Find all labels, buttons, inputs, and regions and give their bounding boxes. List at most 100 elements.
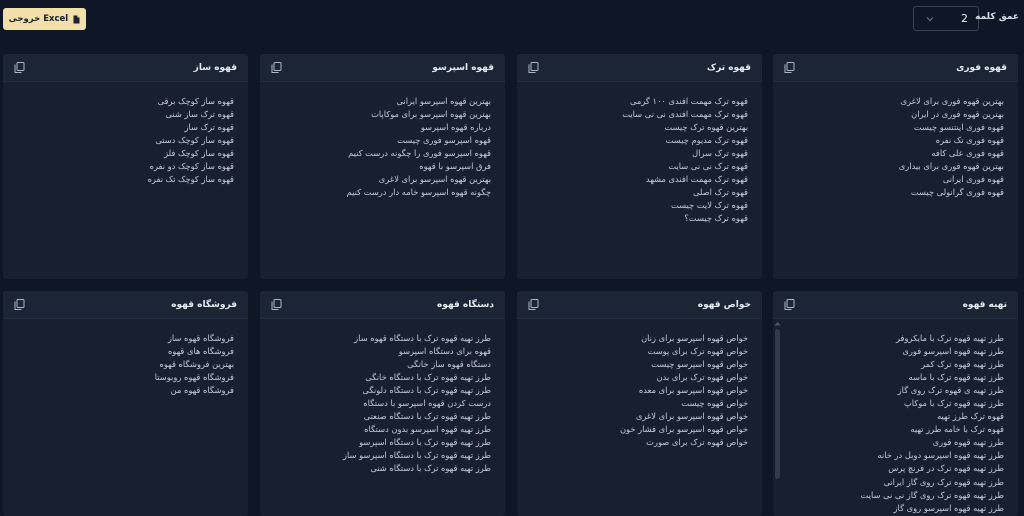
- card-body: طرز تهیه قهوه ترک با دستگاه قهوه ساز قهو…: [260, 319, 505, 516]
- depth-label: عمق کلمه: [975, 12, 1019, 22]
- keyword-item: قهوه فوری تک نفره: [935, 135, 1004, 146]
- scroll-up-icon[interactable]: [774, 321, 781, 326]
- card-header: دستگاه قهوه: [260, 291, 505, 319]
- keyword-item: فروشگاه قهوه روبوستا: [154, 372, 234, 383]
- keyword-item: طرز تهیه قهوه ترک با دستگاه قهوه ساز: [354, 333, 491, 343]
- card-title: قهوه فوری: [956, 62, 1007, 73]
- keyword-item: طرز تهیه قهوه ترک با دستگاه خانگی: [365, 372, 491, 383]
- keyword-item: فروشگاه قهوه من: [170, 385, 234, 396]
- keyword-item: طرز تهیه قهوه اسپرسو روی گاز: [893, 502, 1004, 513]
- keyword-item: قهوه ترک مهمت افندی ۱۰۰ گرمی: [629, 96, 748, 106]
- keyword-item: قهوه ترک اصلی: [692, 187, 748, 198]
- card-body: قهوه ترک مهمت افندی ۱۰۰ گرمی قهوه ترک مه…: [517, 82, 762, 279]
- keyword-item: قهوه برای دستگاه اسپرسو: [398, 346, 491, 357]
- keyword-item: قهوه فوری ایرانی: [942, 174, 1004, 185]
- export-label: خروجی Excel: [8, 14, 69, 24]
- keyword-list: طرز تهیه قهوه ترک با مایکروفر طرز تهیه ق…: [801, 332, 1005, 515]
- keyword-item: قهوه ساز کوچک برقی: [157, 96, 234, 106]
- keyword-item: قهوه ساز کوچک فلز: [164, 148, 234, 159]
- keyword-item: قهوه فوری علی کافه: [931, 148, 1004, 159]
- keyword-card: خواص قهوه خواص قهوه اسپرسو برای زنان خوا…: [517, 291, 762, 516]
- card-title: قهوه ساز: [193, 62, 237, 73]
- card-title: قهوه ترک: [706, 62, 751, 73]
- keyword-item: قهوه ترک مهمت افندی مشهد: [645, 174, 748, 185]
- keyword-item: طرز تهیه قهوه ترک کمر: [921, 359, 1004, 370]
- keyword-item: بهترین قهوه اسپرسو برای لاغری: [378, 174, 491, 185]
- keyword-list: طرز تهیه قهوه ترک با دستگاه قهوه ساز قهو…: [270, 332, 491, 476]
- keyword-item: قهوه ترک با خامه طرز تهیه: [910, 424, 1004, 435]
- keyword-item: خواص قهوه چیست: [681, 398, 748, 409]
- keyword-item: بهترین قهوه فوری برای لاغری: [900, 96, 1004, 106]
- card-header: تهیه قهوه: [773, 291, 1018, 319]
- keyword-item: قهوه ترک نی نی سایت: [668, 161, 748, 172]
- card-header: قهوه ساز: [3, 54, 248, 82]
- keyword-card: قهوه ترک قهوه ترک مهمت افندی ۱۰۰ گرمی قه…: [517, 54, 762, 279]
- keyword-item: درست کردن قهوه اسپرسو با دستگاه: [363, 398, 491, 409]
- card-header: خواص قهوه: [517, 291, 762, 319]
- copy-icon[interactable]: [784, 299, 795, 310]
- card-body: بهترین قهوه فوری برای لاغری بهترین قهوه …: [773, 82, 1018, 279]
- card-header: فروشگاه قهوه: [3, 291, 248, 319]
- depth-select[interactable]: 2: [913, 6, 979, 31]
- copy-icon[interactable]: [271, 62, 282, 73]
- copy-icon[interactable]: [271, 299, 282, 310]
- keyword-item: خواص قهوه اسپرسو برای زنان: [641, 333, 748, 343]
- card-header: قهوه فوری: [773, 54, 1018, 82]
- keyword-item: بهترین قهوه اسپرسو ایرانی: [396, 96, 491, 106]
- file-icon: [73, 15, 80, 23]
- keyword-item: فرق اسپرسو با قهوه: [419, 161, 491, 172]
- keyword-item: طرز تهیه قهوه اسپرسو بدون دستگاه: [364, 424, 491, 435]
- keyword-item: خواص قهوه اسپرسو چیست: [651, 359, 748, 370]
- keyword-item: خواص قهوه ترک برای پوست: [647, 346, 748, 357]
- keyword-list: قهوه ساز کوچک برقی قهوه ترک ساز شنی قهوه…: [13, 95, 234, 186]
- keyword-item: خواص قهوه اسپرسو برای معده: [638, 385, 748, 396]
- keyword-item: طرز تهیه قهوه ترک با دستگاه صنعتی: [363, 411, 491, 422]
- card-title: دستگاه قهوه: [437, 299, 494, 310]
- keyword-item: طرز تهیه قهوه ترک با دستگاه اسپرسو: [359, 437, 491, 448]
- depth-value: 2: [961, 12, 968, 25]
- keyword-item: طرز تهیه قهوه ترک روی گاز ایرانی: [883, 476, 1004, 487]
- card-body: فروشگاه قهوه ساز فروشگاه های قهوه بهترین…: [3, 319, 248, 516]
- keyword-item: طرز تهیه ی قهوه ترک روی گاز: [897, 385, 1004, 396]
- keyword-item: بهترین قهوه اسپرسو برای موکاپات: [371, 109, 491, 120]
- keyword-card: تهیه قهوه طرز تهیه قهوه ترک با مایکروفر …: [773, 291, 1018, 516]
- copy-icon[interactable]: [528, 62, 539, 73]
- keyword-item: طرز تهیه قهوه ترک با دستگاه شنی: [370, 463, 491, 474]
- keyword-item: قهوه ترک ساز: [184, 122, 235, 133]
- card-title: فروشگاه قهوه: [171, 299, 237, 310]
- copy-icon[interactable]: [14, 62, 25, 73]
- keyword-list: قهوه ترک مهمت افندی ۱۰۰ گرمی قهوه ترک مه…: [527, 95, 748, 225]
- toolbar: خروجی Excel 2 عمق کلمه: [0, 0, 1024, 44]
- keyword-item: خواص قهوه ترک برای صورت: [646, 437, 748, 448]
- keyword-item: فروشگاه قهوه ساز: [167, 333, 234, 343]
- keyword-item: طرز تهیه قهوه اسپرسو فوری: [902, 346, 1004, 357]
- keyword-list: خواص قهوه اسپرسو برای زنان خواص قهوه ترک…: [527, 332, 748, 449]
- keyword-list: بهترین قهوه اسپرسو ایرانی بهترین قهوه اس…: [270, 95, 491, 199]
- keyword-item: طرز تهیه قهوه ترک روی گاز نی نی سایت: [860, 489, 1005, 500]
- keyword-card: قهوه ساز قهوه ساز کوچک برقی قهوه ترک ساز…: [3, 54, 248, 279]
- card-header: قهوه ترک: [517, 54, 762, 82]
- copy-icon[interactable]: [528, 299, 539, 310]
- keyword-item: قهوه ترک مدیوم چیست: [665, 135, 748, 146]
- card-body: طرز تهیه قهوه ترک با مایکروفر طرز تهیه ق…: [773, 319, 1018, 516]
- keyword-item: طرز تهیه قهوه ترک با مایکروفر: [895, 333, 1004, 343]
- card-body: بهترین قهوه اسپرسو ایرانی بهترین قهوه اس…: [260, 82, 505, 279]
- keyword-item: قهوه فوری اینتنسو چیست: [913, 122, 1004, 133]
- keyword-item: طرز تهیه قهوه ترک در فرنچ پرس: [888, 463, 1004, 474]
- keyword-list: بهترین قهوه فوری برای لاغری بهترین قهوه …: [783, 95, 1004, 199]
- keyword-item: قهوه ساز کوچک تک نفره: [147, 174, 234, 185]
- keyword-item: قهوه ترک ساز شنی: [165, 109, 234, 120]
- keyword-item: طرز تهیه قهوه ترک با موکاپ: [903, 398, 1004, 409]
- copy-icon[interactable]: [14, 299, 25, 310]
- keyword-item: قهوه ساز کوچک دو نفره: [149, 161, 234, 172]
- copy-icon[interactable]: [784, 62, 795, 73]
- card-body: قهوه ساز کوچک برقی قهوه ترک ساز شنی قهوه…: [3, 82, 248, 279]
- keyword-item: خواص قهوه اسپرسو برای فشار خون: [619, 424, 748, 435]
- chevron-down-icon: [926, 16, 934, 21]
- card-title: قهوه اسپرسو: [432, 62, 494, 73]
- scrollbar[interactable]: [775, 329, 780, 479]
- keyword-card: قهوه فوری بهترین قهوه فوری برای لاغری به…: [773, 54, 1018, 279]
- keyword-item: طرز تهیه قهوه فوری: [932, 437, 1004, 448]
- card-title: تهیه قهوه: [962, 299, 1007, 310]
- export-excel-button[interactable]: خروجی Excel: [3, 8, 86, 30]
